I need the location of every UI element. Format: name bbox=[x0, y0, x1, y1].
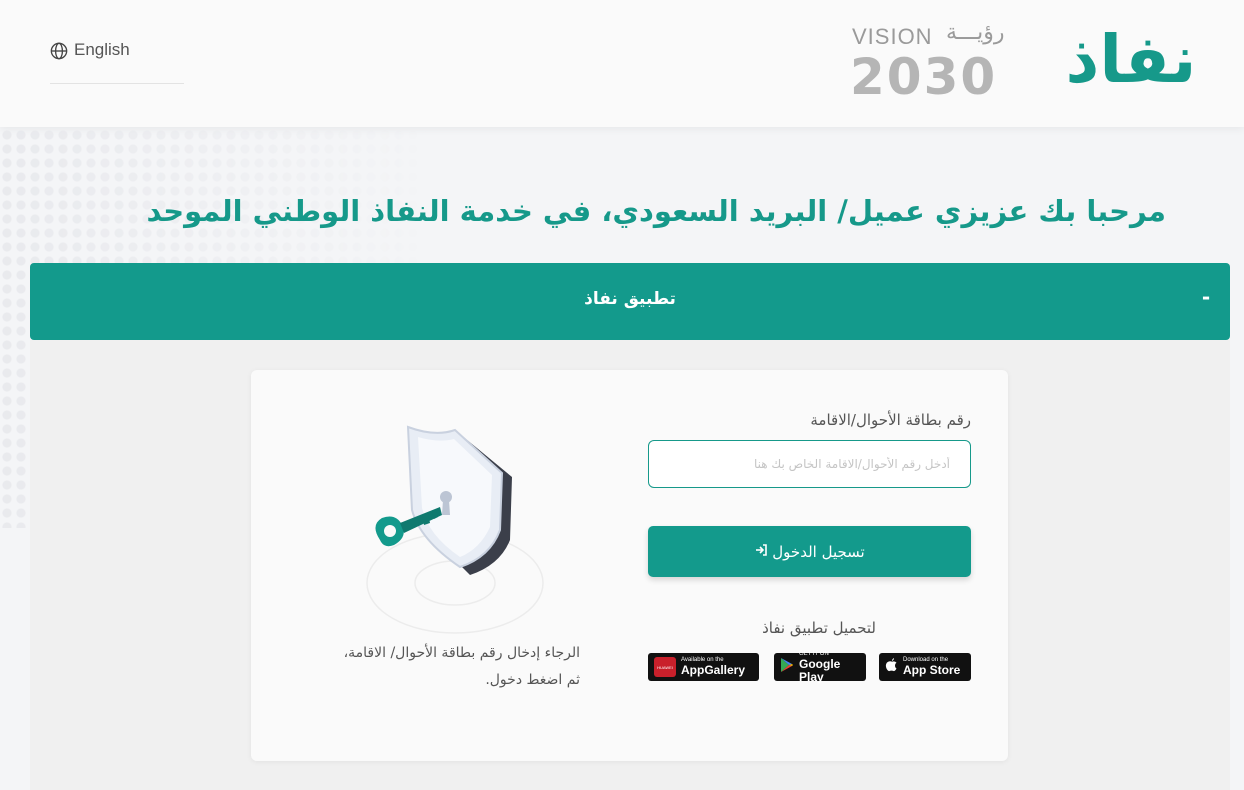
vision-text: VISION bbox=[852, 24, 933, 49]
tab-nafath-app[interactable]: تطبيق نفاذ - bbox=[30, 263, 1230, 340]
login-label: تسجيل الدخول bbox=[772, 542, 865, 561]
instruction-text: الرجاء إدخال رقم بطاقة الأحوال/ الاقامة،… bbox=[343, 645, 580, 688]
google-play-big: Google Play bbox=[799, 656, 841, 684]
login-button[interactable]: تسجيل الدخول bbox=[648, 526, 971, 577]
apple-icon bbox=[885, 657, 898, 677]
download-app-label: لتحميل تطبيق نفاذ bbox=[762, 619, 876, 637]
appgallery-big: AppGallery bbox=[681, 663, 746, 677]
id-number-input[interactable] bbox=[648, 440, 971, 488]
play-icon bbox=[780, 657, 794, 678]
huawei-logo-icon: HUAWEI bbox=[654, 657, 676, 677]
language-switch[interactable]: English bbox=[50, 40, 184, 84]
nafath-logo: نفاذ bbox=[1065, 21, 1197, 98]
huawei-logo-text: HUAWEI bbox=[657, 664, 673, 670]
vision-year: 2030 bbox=[850, 48, 998, 106]
shield-key-illustration bbox=[360, 415, 560, 635]
appgallery-badge[interactable]: HUAWEI Available on the AppGallery bbox=[648, 653, 759, 681]
collapse-toggle[interactable]: - bbox=[1196, 285, 1216, 315]
login-arrow-icon bbox=[754, 543, 768, 561]
welcome-title: مرحبا بك عزيزي عميل/ البريد السعودي، في … bbox=[146, 194, 1166, 228]
vision-arabic: رؤيـــة bbox=[946, 20, 1005, 45]
vision-2030-logo: VISION رؤيـــة 2030 bbox=[850, 20, 1015, 106]
app-store-big: App Store bbox=[903, 663, 961, 677]
tab-title: تطبيق نفاذ bbox=[584, 289, 676, 309]
site-header: English VISION رؤيـــة 2030 نفاذ bbox=[0, 0, 1244, 127]
globe-icon bbox=[50, 40, 68, 65]
google-play-badge[interactable]: GET IT ON Google Play bbox=[774, 651, 866, 684]
app-store-badge[interactable]: Download on the App Store bbox=[879, 653, 971, 681]
id-field-label: رقم بطاقة الأحوال/الاقامة bbox=[810, 411, 971, 429]
language-label: English bbox=[74, 40, 130, 59]
